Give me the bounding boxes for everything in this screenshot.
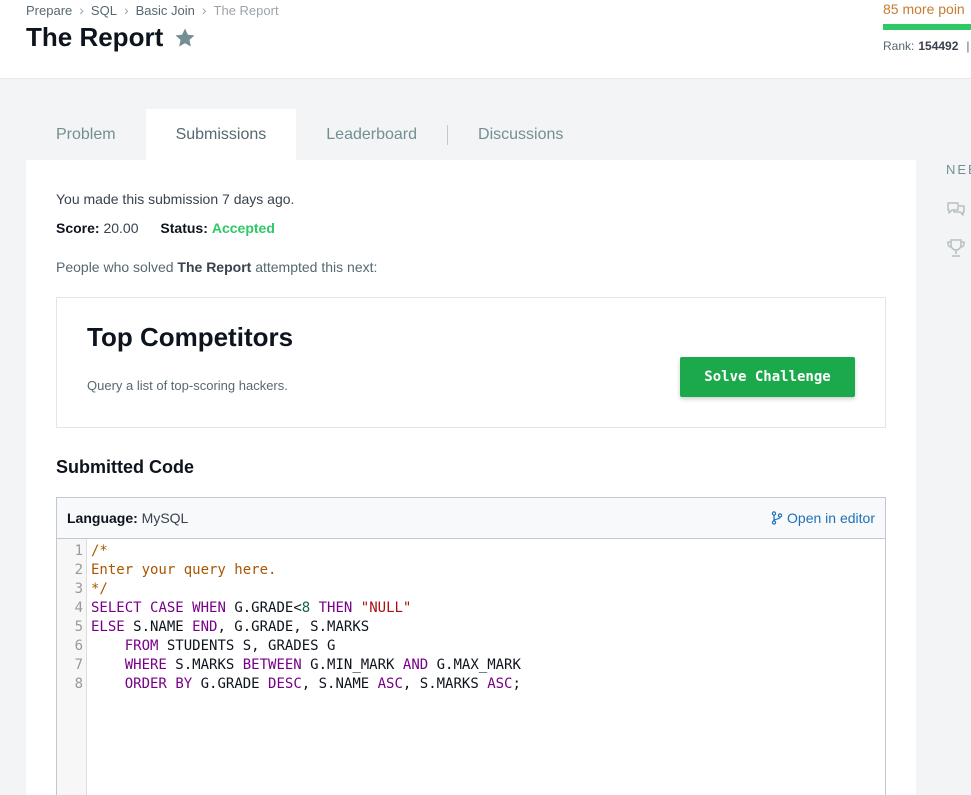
breadcrumb: Prepare › SQL › Basic Join › The Report bbox=[26, 2, 279, 18]
breadcrumb-sql[interactable]: SQL bbox=[91, 3, 117, 18]
code-line: WHERE S.MARKS BETWEEN G.MIN_MARK AND G.M… bbox=[124, 657, 521, 673]
code-body[interactable]: 1 2 3 4 5 6 7 8 /* Enter your query here… bbox=[57, 539, 885, 795]
status-badge: Accepted bbox=[211, 220, 275, 236]
line-number: 2 bbox=[74, 562, 83, 578]
line-number: 7 bbox=[74, 657, 83, 673]
rank-label: Rank: bbox=[883, 39, 915, 53]
line-number: 1 bbox=[74, 543, 83, 559]
tab-submissions[interactable]: Submissions bbox=[145, 109, 297, 160]
next-challenge-intro: People who solved The Report attempted t… bbox=[56, 259, 377, 275]
breadcrumb-basic-join[interactable]: Basic Join bbox=[136, 3, 195, 18]
score-label: Score: bbox=[56, 220, 100, 236]
tab-leaderboard[interactable]: Leaderboard bbox=[296, 109, 447, 160]
score-status-line: Score: 20.00 Status: Accepted bbox=[56, 220, 275, 236]
code-line: ELSE S.NAME END, G.GRADE, S.MARKS bbox=[91, 619, 370, 635]
language-label: Language: bbox=[67, 510, 138, 526]
status-label: Status: bbox=[160, 220, 208, 236]
code-line: FROM STUDENTS S, GRADES G bbox=[124, 638, 336, 654]
discussion-icon[interactable] bbox=[946, 200, 966, 220]
code-viewer-header: Language: MySQL Open in editor bbox=[57, 498, 885, 539]
line-number: 8 bbox=[74, 676, 83, 692]
rank-display: Rank: 154492 | bbox=[883, 39, 970, 53]
top-bar: Prepare › SQL › Basic Join › The Report … bbox=[0, 0, 971, 79]
breadcrumb-current: The Report bbox=[213, 2, 279, 18]
chevron-right-icon: › bbox=[201, 2, 207, 18]
rank-divider: | bbox=[966, 39, 970, 53]
breadcrumb-prepare[interactable]: Prepare bbox=[26, 3, 72, 18]
star-icon[interactable] bbox=[173, 26, 197, 50]
points-progress-bar bbox=[883, 24, 971, 30]
challenge-tabs: Problem Submissions Leaderboard Discussi… bbox=[26, 109, 593, 160]
page-title: The Report bbox=[26, 22, 197, 53]
next-suffix: attempted this next: bbox=[255, 259, 378, 275]
submitted-code-heading: Submitted Code bbox=[56, 457, 194, 477]
code-line: Enter your query here. bbox=[91, 562, 277, 578]
score-value: 20.00 bbox=[103, 220, 139, 236]
open-in-editor-link[interactable]: Open in editor bbox=[771, 510, 875, 526]
code-line: */ bbox=[91, 581, 108, 597]
page-title-text: The Report bbox=[26, 22, 164, 52]
rank-value: 154492 bbox=[918, 39, 959, 53]
chevron-right-icon: › bbox=[123, 2, 129, 18]
branch-icon bbox=[771, 511, 783, 525]
open-in-editor-label: Open in editor bbox=[787, 510, 875, 526]
trophy-icon[interactable] bbox=[946, 238, 966, 258]
next-challenge-title[interactable]: Top Competitors bbox=[87, 322, 293, 353]
solve-challenge-button[interactable]: Solve Challenge bbox=[680, 357, 855, 397]
code-viewer: Language: MySQL Open in editor 1 2 3 4 5 bbox=[56, 497, 886, 795]
line-number-gutter: 1 2 3 4 5 6 7 8 bbox=[57, 539, 87, 795]
language-display: Language: MySQL bbox=[67, 510, 188, 526]
line-number: 6 bbox=[74, 638, 83, 654]
next-challenge-description: Query a list of top-scoring hackers. bbox=[87, 378, 288, 393]
code-line: SELECT CASE WHEN G.GRADE<8 THEN "NULL" bbox=[91, 600, 412, 616]
sidebar-heading: NEE bbox=[946, 162, 971, 177]
help-sidebar: NEE bbox=[946, 162, 971, 257]
tab-discussions[interactable]: Discussions bbox=[448, 109, 593, 160]
line-number: 3 bbox=[74, 581, 83, 597]
submission-info: You made this submission 7 days ago. bbox=[56, 191, 295, 207]
line-number: 4 bbox=[74, 600, 83, 616]
code-line: /* bbox=[91, 543, 108, 559]
language-value: MySQL bbox=[141, 510, 189, 526]
line-number: 5 bbox=[74, 619, 83, 635]
chevron-right-icon: › bbox=[79, 2, 84, 18]
points-to-next-rank: 85 more poin bbox=[883, 1, 965, 17]
submission-card: You made this submission 7 days ago. Sco… bbox=[26, 160, 916, 795]
code-line: ORDER BY G.GRADE DESC, S.NAME ASC, S.MAR… bbox=[124, 676, 521, 692]
next-challenge-name: The Report bbox=[177, 259, 252, 275]
next-prefix: People who solved bbox=[56, 259, 174, 275]
next-challenge-card: Top Competitors Query a list of top-scor… bbox=[56, 297, 886, 428]
tab-problem[interactable]: Problem bbox=[26, 109, 146, 160]
